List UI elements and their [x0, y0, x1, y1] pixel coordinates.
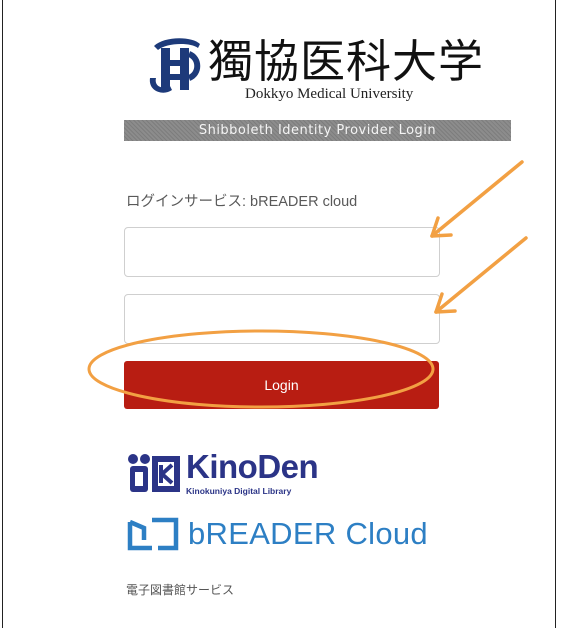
- breader-cloud-name: bREADER Cloud: [188, 516, 428, 551]
- kinoden-name: KinoDen: [186, 448, 319, 485]
- university-name-english: Dokkyo Medical University: [245, 86, 414, 102]
- kinoden-logo-icon: [128, 454, 180, 492]
- breader-cloud-logo: bREADER Cloud: [126, 512, 456, 556]
- kinoden-subtitle: Kinokuniya Digital Library: [186, 486, 292, 496]
- idp-login-banner: Shibboleth Identity Provider Login: [124, 120, 511, 141]
- password-input[interactable]: [124, 294, 440, 344]
- username-input[interactable]: [124, 227, 440, 277]
- kinoden-logo: KinoDen Kinokuniya Digital Library: [126, 448, 346, 502]
- book-logo-icon: [127, 517, 179, 551]
- university-logo: 獨協医科大学 Dokkyo Medical University: [148, 34, 508, 108]
- university-name-kanji: 獨協医科大学: [208, 35, 485, 88]
- login-button[interactable]: Login: [124, 361, 439, 409]
- ebook-service-label: 電子図書館サービス: [126, 583, 235, 597]
- dokkyo-emblem-icon: [149, 38, 201, 93]
- login-service-label: ログインサービス: bREADER cloud: [126, 194, 358, 210]
